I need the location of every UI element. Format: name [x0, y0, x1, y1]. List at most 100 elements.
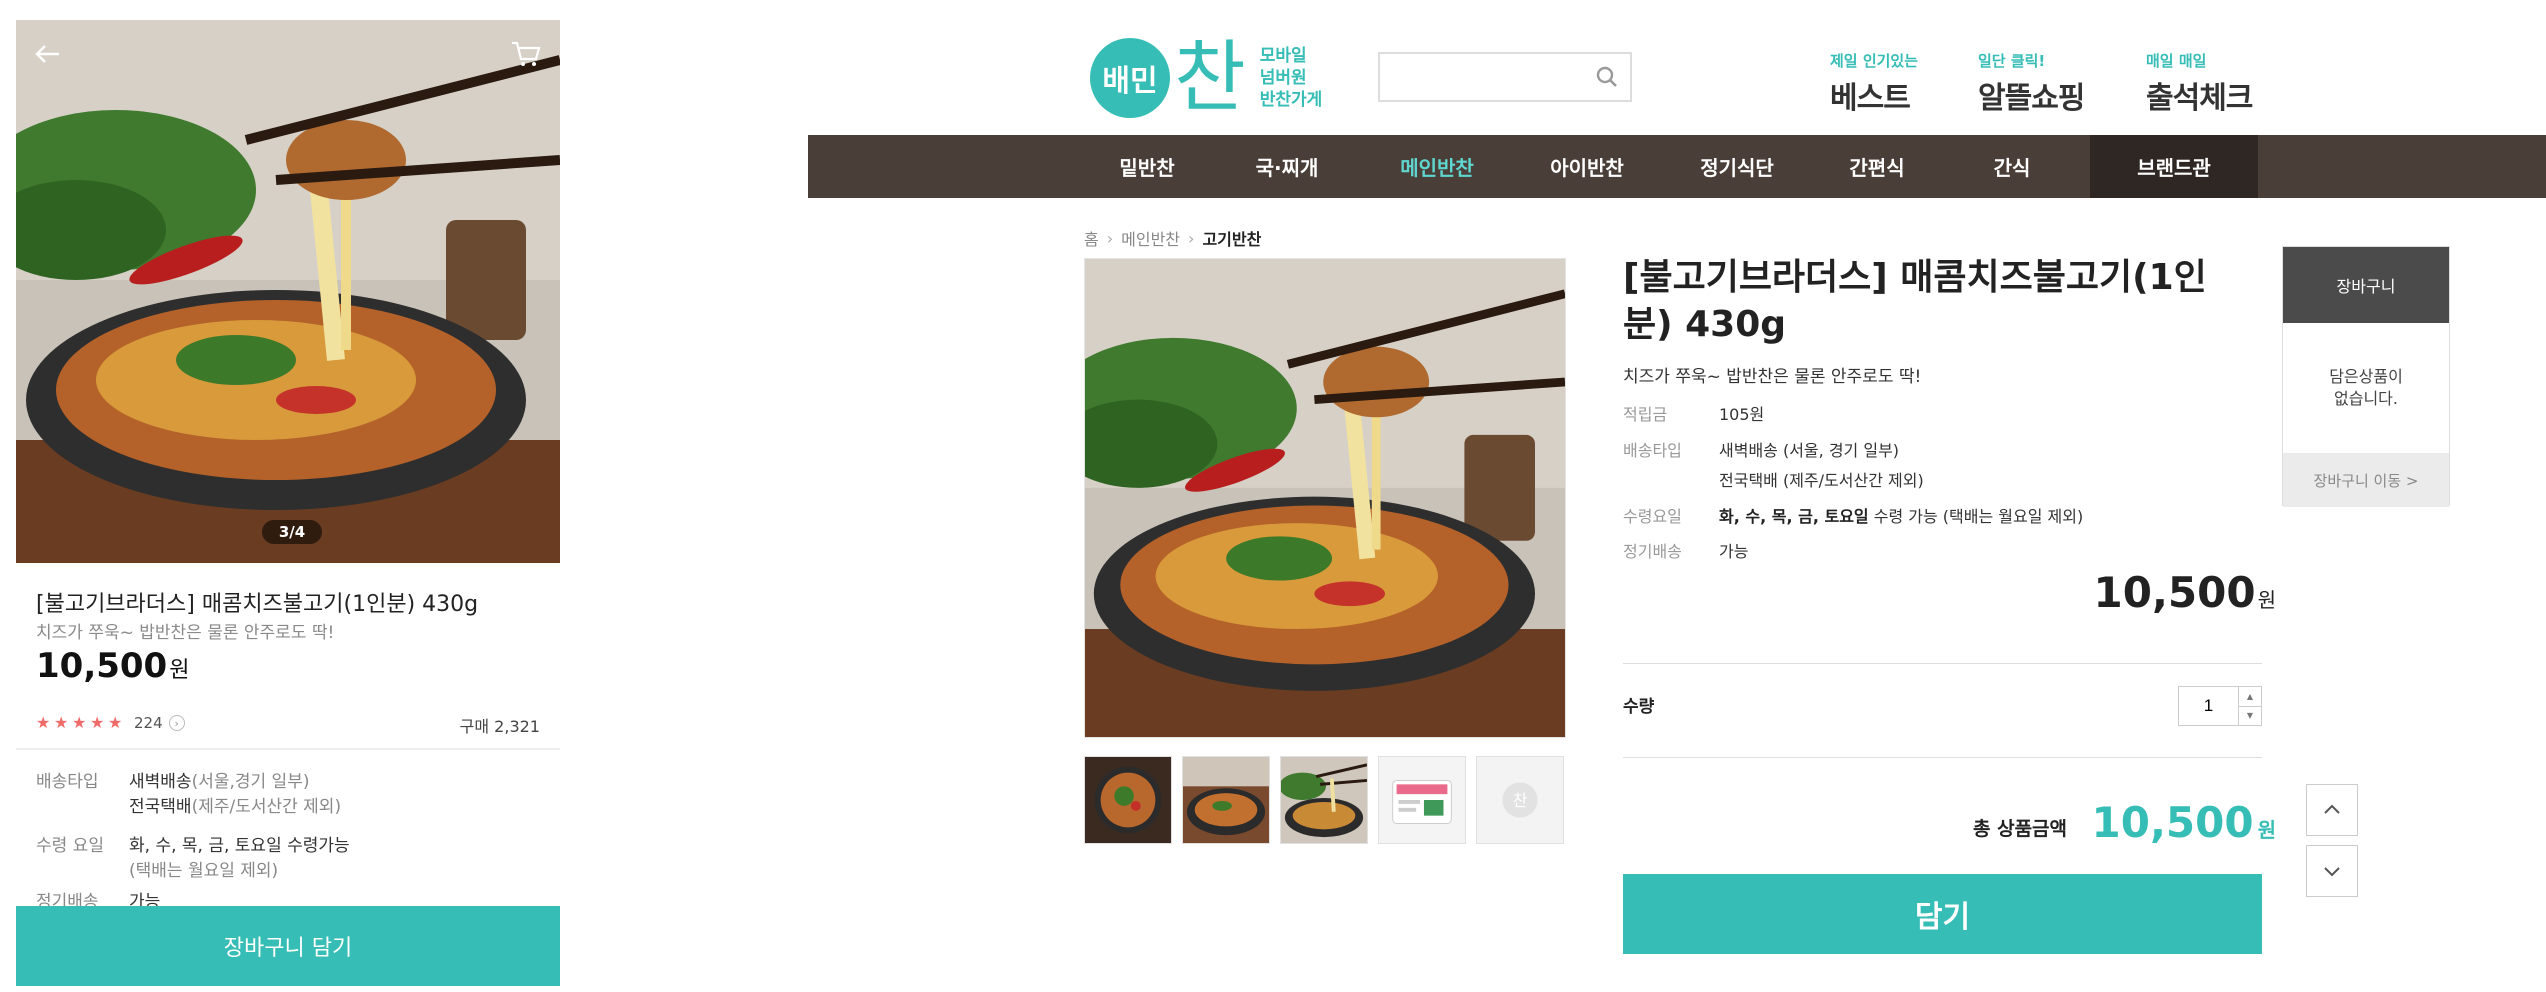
promo-best[interactable]: 제일 인기있는 베스트 — [1830, 50, 1918, 117]
product-title: [불고기브라더스] 매콤치즈불고기(1인분) 430g — [36, 592, 479, 617]
logo-tagline-line: 모바일 — [1259, 46, 1307, 66]
cart-button[interactable] — [504, 32, 548, 76]
add-to-cart-button[interactable]: 담기 — [1623, 874, 2262, 954]
main-nav: 밑반찬 국·찌개 메인반찬 아이반찬 정기식단 간편식 간식 브랜드관 — [808, 135, 2546, 198]
scroll-down-button[interactable] — [2306, 845, 2358, 897]
nav-item-kids[interactable]: 아이반찬 — [1512, 135, 1662, 198]
cart-empty-line: 담은상품이 — [2329, 367, 2403, 386]
thumbnail[interactable] — [1280, 756, 1368, 844]
promo-attendance-title: 출석체크 — [2146, 81, 2253, 116]
add-to-cart-button[interactable]: 장바구니 담기 — [16, 906, 560, 986]
star-icon: ★ — [90, 713, 105, 732]
mobile-product-view: 3/4 [불고기브라더스] 매콤치즈불고기(1인분) 430g 치즈가 쭈욱~ … — [16, 20, 560, 986]
cart-widget: 장바구니 담은상품이 없습니다. 장바구니 이동 > — [2282, 246, 2450, 507]
nav-item-subscription[interactable]: 정기식단 — [1662, 135, 1812, 198]
delivery-type-value: 새벽배송 (서울, 경기 일부) 전국택배 (제주/도서산간 제외) — [1719, 436, 1924, 496]
logo-circle: 배민 — [1090, 38, 1170, 118]
star-icon: ★ — [72, 713, 87, 732]
points-label: 적립금 — [1623, 405, 1668, 424]
regular-delivery-value: 가능 — [1719, 542, 1749, 561]
divider — [16, 748, 560, 750]
product-main-image — [1084, 258, 1566, 738]
product-price: 10,500원 — [36, 646, 189, 686]
price-unit: 원 — [169, 658, 190, 683]
go-to-cart-button[interactable]: 장바구니 이동 > — [2283, 453, 2449, 507]
receive-days: 화, 수, 목, 금, 토요일 — [1719, 507, 1869, 526]
price-value: 10,500 — [2093, 568, 2256, 617]
delivery-dawn: 새벽배송 (서울, 경기 일부) — [1719, 441, 1900, 460]
quantity-decrease-button[interactable]: ▼ — [2239, 705, 2261, 726]
star-icon: ★ — [108, 713, 123, 732]
chevron-right-icon[interactable]: › — [168, 715, 185, 731]
receive-days: 화, 수, 목, 금, 토요일 수령가능 — [129, 836, 350, 856]
product-photo[interactable] — [16, 20, 560, 563]
price-unit: 원 — [2257, 588, 2276, 612]
promo-deal[interactable]: 일단 클릭! 알뜰쇼핑 — [1978, 50, 2085, 117]
thumbnail[interactable] — [1182, 756, 1270, 844]
delivery-dawn: 새벽배송 — [129, 772, 192, 792]
cart-widget-title[interactable]: 장바구니 — [2283, 247, 2449, 323]
promo-best-title: 베스트 — [1830, 81, 1911, 116]
quantity-increase-button[interactable]: ▲ — [2239, 687, 2261, 706]
delivery-type-label: 배송타입 — [36, 772, 99, 792]
receive-note: (택배는 월요일 제외) — [129, 861, 279, 881]
chevron-right-icon: › — [1188, 228, 1195, 248]
points-value: 105원 — [1719, 405, 1765, 424]
quantity-buttons: ▲ ▼ — [2239, 687, 2261, 725]
delivery-parcel: 전국택배 — [129, 797, 192, 817]
receive-day-label: 수령요일 — [1623, 507, 1682, 526]
quantity-label: 수량 — [1623, 697, 1655, 717]
divider — [1623, 663, 2262, 664]
divider — [1623, 757, 2262, 758]
promo-attendance[interactable]: 매일 매일 출석체크 — [2146, 50, 2253, 117]
nav-item-side-dishes[interactable]: 밑반찬 — [1082, 135, 1212, 198]
thumbnail[interactable] — [1084, 756, 1172, 844]
cart-widget-empty: 담은상품이 없습니다. — [2283, 323, 2449, 453]
logo[interactable]: 배민 찬 모바일 넘버원 반찬가게 — [1090, 36, 1322, 120]
scroll-up-button[interactable] — [2306, 784, 2358, 836]
search-box — [1378, 52, 1632, 102]
promo-deal-title: 알뜰쇼핑 — [1978, 81, 2085, 116]
logo-tagline-line: 반찬가게 — [1259, 90, 1323, 110]
nav-item-main-dishes[interactable]: 메인반찬 — [1362, 135, 1512, 198]
total-price-unit: 원 — [2257, 818, 2276, 842]
nav-item-snacks[interactable]: 간식 — [1942, 135, 2082, 198]
star-icon: ★ — [36, 713, 51, 732]
search-input[interactable] — [1380, 54, 1580, 100]
svg-text:찬: 찬 — [1513, 791, 1527, 810]
thumbnail[interactable] — [1378, 756, 1466, 844]
product-subtitle: 치즈가 쭈욱~ 밥반찬은 물론 안주로도 딱! — [36, 623, 335, 643]
breadcrumb-current[interactable]: 고기반찬 — [1202, 226, 1261, 250]
breadcrumb-category[interactable]: 메인반찬 — [1121, 226, 1180, 250]
receive-day-label: 수령 요일 — [36, 836, 104, 856]
receive-day-value: 화, 수, 목, 금, 토요일 수령 가능 (택배는 월요일 제외) — [1719, 502, 2083, 532]
promo-attendance-caption: 매일 매일 — [2146, 52, 2207, 70]
desktop-product-view: 배민 찬 모바일 넘버원 반찬가게 제일 인기있는 베스트 일단 클릭! 알뜰쇼… — [808, 0, 2546, 992]
quantity-stepper: ▲ ▼ — [2178, 686, 2262, 726]
receive-note: 수령 가능 (택배는 월요일 제외) — [1868, 507, 2084, 526]
total-label: 총 상품금액 — [1973, 818, 2068, 840]
delivery-type-value: 새벽배송(서울,경기 일부) 전국택배(제주/도서산간 제외) — [129, 770, 341, 820]
regular-delivery-label: 정기배송 — [1623, 542, 1682, 561]
nav-item-convenience[interactable]: 간편식 — [1812, 135, 1942, 198]
cart-icon — [512, 41, 541, 66]
delivery-type-label: 배송타입 — [1623, 441, 1682, 460]
nav-item-soup[interactable]: 국·찌개 — [1212, 135, 1362, 198]
quantity-input[interactable] — [2179, 687, 2239, 725]
logo-tagline: 모바일 넘버원 반찬가게 — [1260, 45, 1323, 111]
thumbnail[interactable]: 찬 — [1476, 756, 1564, 844]
breadcrumb-home[interactable]: 홈 — [1084, 226, 1099, 250]
back-button[interactable] — [26, 32, 70, 76]
chevron-up-icon — [2324, 804, 2340, 814]
chevron-down-icon — [2324, 867, 2340, 877]
product-price: 10,500원 — [2094, 568, 2276, 617]
rating[interactable]: ★ ★ ★ ★ ★ 224 › — [36, 714, 185, 732]
product-subtitle: 치즈가 쭈욱~ 밥반찬은 물론 안주로도 딱! — [1623, 367, 1922, 387]
delivery-parcel: 전국택배 (제주/도서산간 제외) — [1719, 471, 1924, 490]
search-icon[interactable] — [1594, 64, 1620, 90]
review-count[interactable]: 224 — [134, 714, 163, 732]
product-title: [불고기브라더스] 매콤치즈불고기(1인분) 430g — [1623, 257, 2207, 345]
promo-deal-caption: 일단 클릭! — [1978, 52, 2046, 70]
delivery-parcel-note: (제주/도서산간 제외) — [191, 797, 342, 817]
nav-item-brands[interactable]: 브랜드관 — [2090, 135, 2258, 198]
